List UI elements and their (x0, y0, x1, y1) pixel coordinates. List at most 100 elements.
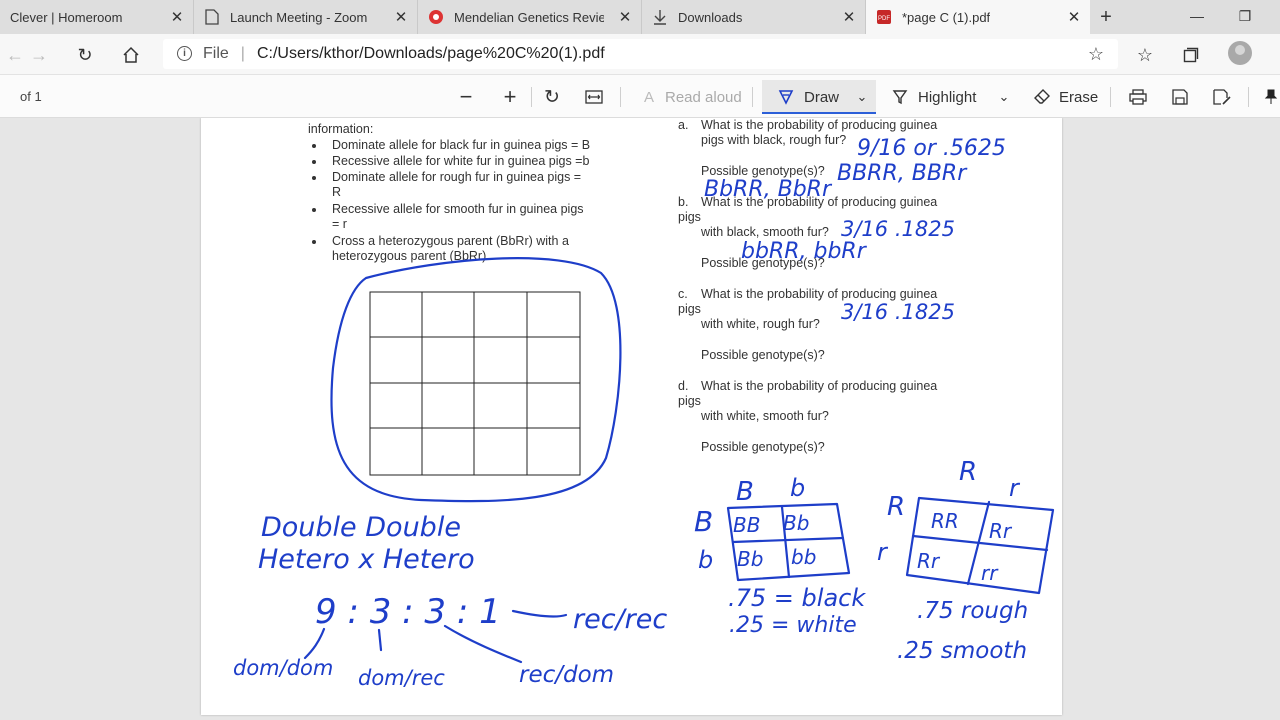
ink-domrec: dom/rec (358, 666, 445, 690)
tab-title: Downloads (678, 9, 743, 25)
favorites-icon[interactable]: ☆ (1132, 42, 1158, 68)
ink-b-probability: 3/16 .1825 (841, 217, 955, 241)
ink-a-genotype: BBRR, BBRr (837, 161, 968, 186)
ink-p1-top-b: b (790, 474, 805, 502)
ink-b-genotype: bbRR, bbRr (741, 239, 868, 264)
ink-p1-black: .75 = black (728, 584, 866, 612)
erase-label[interactable]: Erase (1059, 89, 1098, 106)
browser-window: Clever | Homeroom ✕ Launch Meeting - Zoo… (0, 0, 1280, 720)
ink-arrow (303, 627, 326, 660)
ink-arrow (511, 609, 568, 618)
ink-p1-cell: Bb (737, 547, 763, 571)
ink-p2-cell: rr (981, 561, 999, 585)
toolbar-divider (531, 87, 532, 107)
zoom-in-icon[interactable]: + (498, 84, 522, 110)
ink-p2-rough: .75 rough (917, 598, 1028, 624)
ink-p1-side-B: B (694, 505, 713, 538)
ink-p2-cell: RR (931, 509, 959, 533)
profile-avatar[interactable] (1228, 41, 1252, 65)
address-bar[interactable]: i File | C:/Users/kthor/Downloads/page%2… (163, 39, 1118, 69)
document-area[interactable]: information: Dominate allele for black f… (0, 118, 1280, 720)
ink-layer: 9/16 or .5625 BBRR, BBRr BbRR, BbRr 3/16… (233, 136, 1055, 690)
close-icon[interactable]: ✕ (615, 7, 635, 27)
ink-p1-side-b: b (698, 546, 713, 574)
draw-label[interactable]: Draw (804, 89, 839, 106)
save-icon[interactable] (1170, 84, 1190, 110)
ink-p2-top-R: R (959, 457, 977, 487)
close-icon[interactable]: ✕ (1064, 7, 1084, 27)
ink-p1-cell: Bb (783, 511, 809, 535)
ink-arrow (377, 628, 383, 652)
ink-c-probability: 3/16 .1825 (841, 300, 955, 324)
read-aloud-icon[interactable]: A (638, 84, 660, 110)
close-icon[interactable]: ✕ (391, 7, 411, 27)
toolbar-divider (1110, 87, 1111, 107)
tab-clever[interactable]: Clever | Homeroom ✕ (0, 0, 194, 34)
print-icon[interactable] (1128, 84, 1148, 110)
read-aloud-label[interactable]: Read aloud (665, 89, 742, 106)
close-icon[interactable]: ✕ (167, 7, 187, 27)
pen-icon[interactable] (776, 84, 796, 110)
ink-p1-top-B: B (736, 477, 754, 507)
svg-text:PDF: PDF (878, 16, 890, 22)
tab-pdf[interactable]: PDF *page C (1).pdf ✕ (866, 0, 1090, 34)
highlight-label[interactable]: Highlight (918, 89, 976, 106)
ink-a-genotype: BbRR, BbRr (704, 177, 833, 202)
ink-recdom: rec/dom (519, 662, 614, 688)
info-icon[interactable]: i (177, 46, 192, 61)
forward-icon[interactable]: → (26, 42, 52, 68)
page-icon (204, 9, 220, 25)
home-icon[interactable] (118, 42, 144, 68)
tab-title: Clever | Homeroom (10, 9, 123, 25)
chevron-down-icon[interactable]: ⌄ (994, 84, 1014, 110)
pdf-toolbar: of 1 − + ↻ A Read aloud Draw ⌄ Highlight… (0, 74, 1280, 118)
download-icon (652, 9, 668, 25)
ink-p2-side-r: r (877, 538, 889, 566)
navigation-bar: ← → ↻ i File | C:/Users/kthor/Downloads/… (0, 34, 1280, 74)
ink-recrec: rec/rec (573, 604, 667, 635)
pdf-icon: PDF (876, 9, 892, 25)
page-count: of 1 (20, 89, 42, 104)
tab-title: Mendelian Genetics Review (454, 9, 604, 25)
ink-p1-cell: BB (733, 513, 760, 537)
url-text: C:/Users/kthor/Downloads/page%20C%20(1).… (256, 45, 605, 62)
new-tab-button[interactable]: + (1094, 5, 1118, 29)
ink-p2-box (905, 496, 1055, 595)
tab-title: Launch Meeting - Zoom (230, 9, 368, 25)
back-icon[interactable]: ← (2, 42, 28, 68)
separator: | (240, 45, 245, 62)
ink-p2-top-r: r (1009, 474, 1021, 502)
ink-p1-cell: bb (791, 545, 816, 569)
eraser-icon[interactable] (1032, 84, 1052, 110)
collections-icon[interactable] (1178, 42, 1204, 68)
ink-p1-divider (731, 536, 845, 544)
ink-p2-smooth: .25 smooth (897, 638, 1027, 664)
scheme-label: File (203, 45, 229, 62)
refresh-icon[interactable]: ↻ (72, 42, 98, 68)
pdf-page[interactable]: information: Dominate allele for black f… (201, 118, 1062, 715)
favorite-star-icon[interactable]: ☆ (1088, 44, 1104, 65)
ink-p2-side-R: R (887, 492, 905, 522)
ink-circle (330, 257, 622, 503)
ink-double-label: Double Double (261, 512, 461, 543)
highlighter-icon[interactable] (890, 84, 910, 110)
restore-icon[interactable]: ❐ (1232, 4, 1258, 28)
toolbar-divider (752, 87, 753, 107)
zoom-out-icon[interactable]: − (454, 84, 478, 110)
tab-mendelian[interactable]: Mendelian Genetics Review ✕ (418, 0, 642, 34)
tab-zoom[interactable]: Launch Meeting - Zoom ✕ (194, 0, 418, 34)
pin-icon[interactable] (1262, 84, 1280, 110)
rotate-icon[interactable]: ↻ (540, 84, 564, 110)
ink-ratio: 9 : 3 : 3 : 1 (315, 592, 501, 632)
chevron-down-icon[interactable]: ⌄ (852, 84, 872, 110)
ink-hetero-label: Hetero x Hetero (258, 544, 475, 575)
tab-downloads[interactable]: Downloads ✕ (642, 0, 866, 34)
ink-a-probability: 9/16 or .5625 (857, 136, 1006, 161)
fit-page-icon[interactable] (582, 84, 606, 110)
ink-p1-white: .25 = white (729, 613, 857, 638)
save-as-icon[interactable] (1212, 84, 1232, 110)
tab-title: *page C (1).pdf (902, 9, 991, 25)
minimize-icon[interactable]: — (1184, 4, 1210, 28)
close-icon[interactable]: ✕ (839, 7, 859, 27)
toolbar-divider (620, 87, 621, 107)
